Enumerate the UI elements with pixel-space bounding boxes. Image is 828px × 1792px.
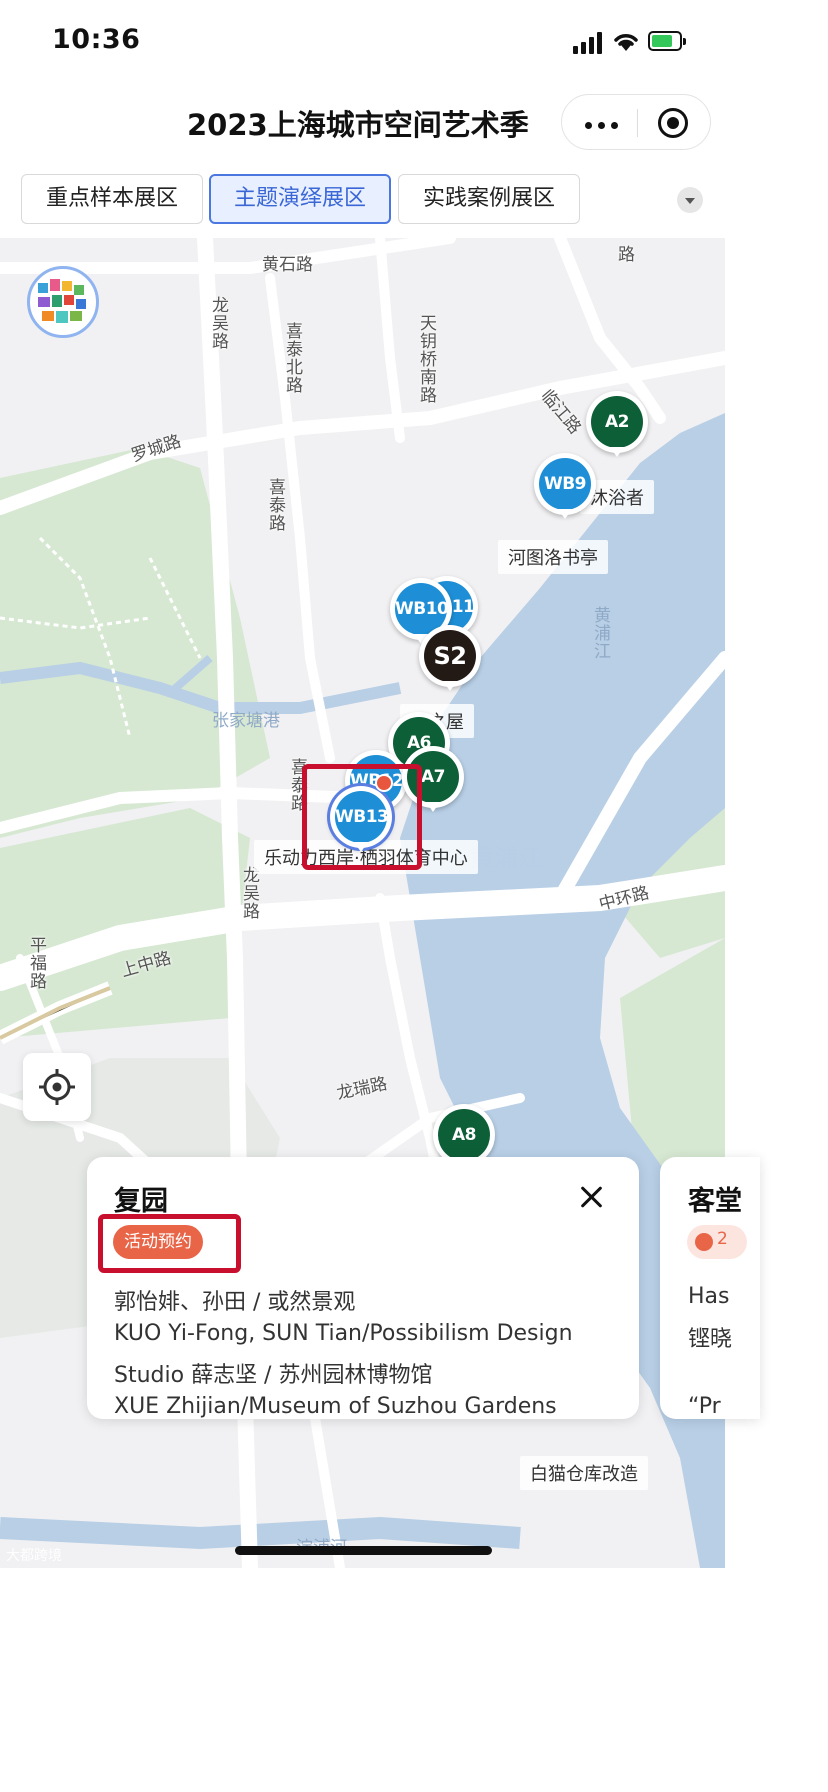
more-icon[interactable] bbox=[582, 101, 622, 141]
app-header: 2023上海城市空间艺术季 bbox=[0, 88, 725, 158]
locate-icon bbox=[39, 1069, 75, 1105]
locate-button[interactable] bbox=[23, 1053, 91, 1121]
exhibit-credit-line: 铿晓 bbox=[688, 1327, 733, 1352]
road-label: 龙吴路 bbox=[239, 866, 259, 920]
chevron-down-icon[interactable] bbox=[677, 187, 703, 213]
exhibit-credit-line: “Pr bbox=[688, 1394, 721, 1419]
activity-badge: 2 bbox=[687, 1225, 747, 1259]
road-label: 龙吴路 bbox=[208, 296, 228, 350]
close-miniprogram-icon[interactable] bbox=[658, 108, 688, 138]
badge-highlight bbox=[98, 1214, 241, 1273]
cellular-signal-icon bbox=[573, 32, 603, 54]
road-label: 黄石路 bbox=[262, 255, 313, 275]
road-label: 路 bbox=[618, 245, 635, 265]
place-label[interactable]: 河图洛书亭 bbox=[498, 540, 608, 574]
miniprogram-capsule bbox=[561, 94, 711, 150]
exhibit-credit-line: Has bbox=[688, 1284, 730, 1309]
art-season-logo[interactable] bbox=[27, 266, 99, 338]
road-label: 黄浦江 bbox=[590, 606, 610, 660]
road-label: 喜泰路 bbox=[265, 478, 285, 532]
status-bar: 10:36 bbox=[0, 0, 725, 88]
river-label: 黄浦江 bbox=[470, 844, 542, 872]
map-marker[interactable]: WB9 bbox=[534, 453, 596, 519]
selection-highlight bbox=[302, 764, 422, 870]
exhibit-card-next[interactable]: 客堂 2 Has 铿晓 “Pr bbox=[660, 1157, 760, 1419]
place-label[interactable]: 白猫仓库改造 bbox=[520, 1456, 648, 1490]
fire-icon bbox=[695, 1233, 713, 1251]
road-label: 天钥桥南路 bbox=[416, 314, 436, 404]
home-indicator bbox=[235, 1546, 492, 1555]
tab-theme-zone[interactable]: 主题演绎展区 bbox=[209, 174, 391, 224]
exhibit-credit-line: 郭怡婔、孙田 / 或然景观 bbox=[114, 1290, 356, 1315]
page-title: 2023上海城市空间艺术季 bbox=[187, 108, 529, 142]
map-marker[interactable]: A2 bbox=[586, 391, 648, 457]
tab-practice-case-zone[interactable]: 实践案例展区 bbox=[398, 174, 580, 224]
wifi-icon bbox=[614, 34, 638, 51]
road-label: 张家塘港 bbox=[212, 711, 280, 731]
map-marker[interactable]: S2 bbox=[419, 625, 481, 691]
exhibit-title: 客堂 bbox=[688, 1186, 742, 1217]
watermark: 大都跨境 bbox=[6, 1548, 62, 1564]
road-label: 平福路 bbox=[26, 936, 46, 990]
category-tabs: 重点样本展区 主题演绎展区 实践案例展区 bbox=[0, 158, 725, 238]
exhibit-title: 复园 bbox=[114, 1186, 168, 1217]
exhibit-card[interactable]: 复园 活动预约 郭怡婔、孙田 / 或然景观 KUO Yi-Fong, SUN T… bbox=[87, 1157, 639, 1419]
exhibit-credit-line: KUO Yi-Fong, SUN Tian/Possibilism Design bbox=[114, 1321, 573, 1346]
exhibit-credit-line: Studio 薛志坚 / 苏州园林博物馆 bbox=[114, 1363, 433, 1388]
status-time: 10:36 bbox=[52, 24, 141, 55]
exhibit-credit-line: XUE Zhijian/Museum of Suzhou Gardens bbox=[114, 1394, 557, 1419]
close-icon[interactable] bbox=[577, 1183, 605, 1211]
road-label: 喜泰北路 bbox=[282, 322, 302, 394]
tab-key-sample-zone[interactable]: 重点样本展区 bbox=[21, 174, 203, 224]
battery-icon bbox=[648, 31, 686, 51]
